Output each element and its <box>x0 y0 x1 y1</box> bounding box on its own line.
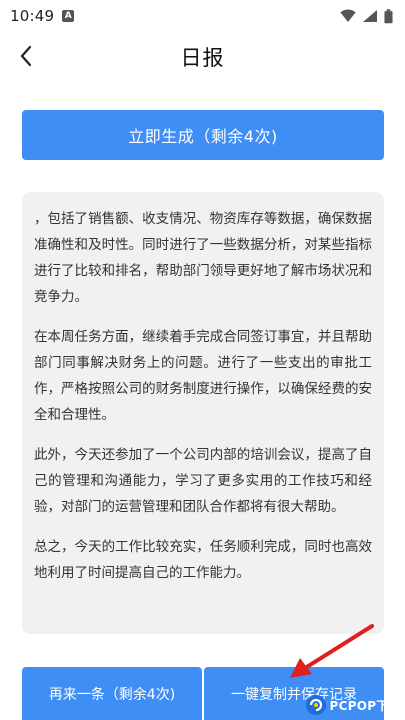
status-bar: 10:49 A <box>0 0 405 32</box>
wifi-icon <box>340 9 356 22</box>
report-text-box[interactable]: ，包括了销售额、收支情况、物资库存等数据，确保数据准确性和及时性。同时进行了一些… <box>22 192 384 634</box>
retry-button[interactable]: 再来一条（剩余4次) <box>22 667 202 720</box>
status-time: 10:49 <box>10 7 55 25</box>
watermark-text: PCPOP下载 <box>329 698 401 713</box>
signal-icon <box>363 10 377 22</box>
status-icons <box>340 8 393 24</box>
watermark: PCPOP下载 <box>305 694 402 716</box>
page-title: 日报 <box>180 46 225 70</box>
notification-icon: A <box>62 10 75 22</box>
battery-icon <box>384 8 393 23</box>
report-paragraph: 总之，今天的工作比较充实，任务顺利完成，同时也高效地利用了时间提高自己的工作能力… <box>34 539 372 581</box>
pcpop-logo-icon <box>305 695 326 715</box>
generate-button[interactable]: 立即生成（剩余4次) <box>22 110 384 160</box>
report-paragraph: 此外，今天还参加了一个公司内部的培训会议，提高了自己的管理和沟通能力，学习了更多… <box>34 447 372 515</box>
report-paragraph: 在本周任务方面，继续着手完成合同签订事宜，并且帮助部门同事解决财务上的问题。进行… <box>34 329 372 423</box>
report-paragraph: ，包括了销售额、收支情况、物资库存等数据，确保数据准确性和及时性。同时进行了一些… <box>34 211 372 305</box>
red-arrow-annotation <box>290 624 374 678</box>
app-bar: 日报 <box>0 32 405 80</box>
